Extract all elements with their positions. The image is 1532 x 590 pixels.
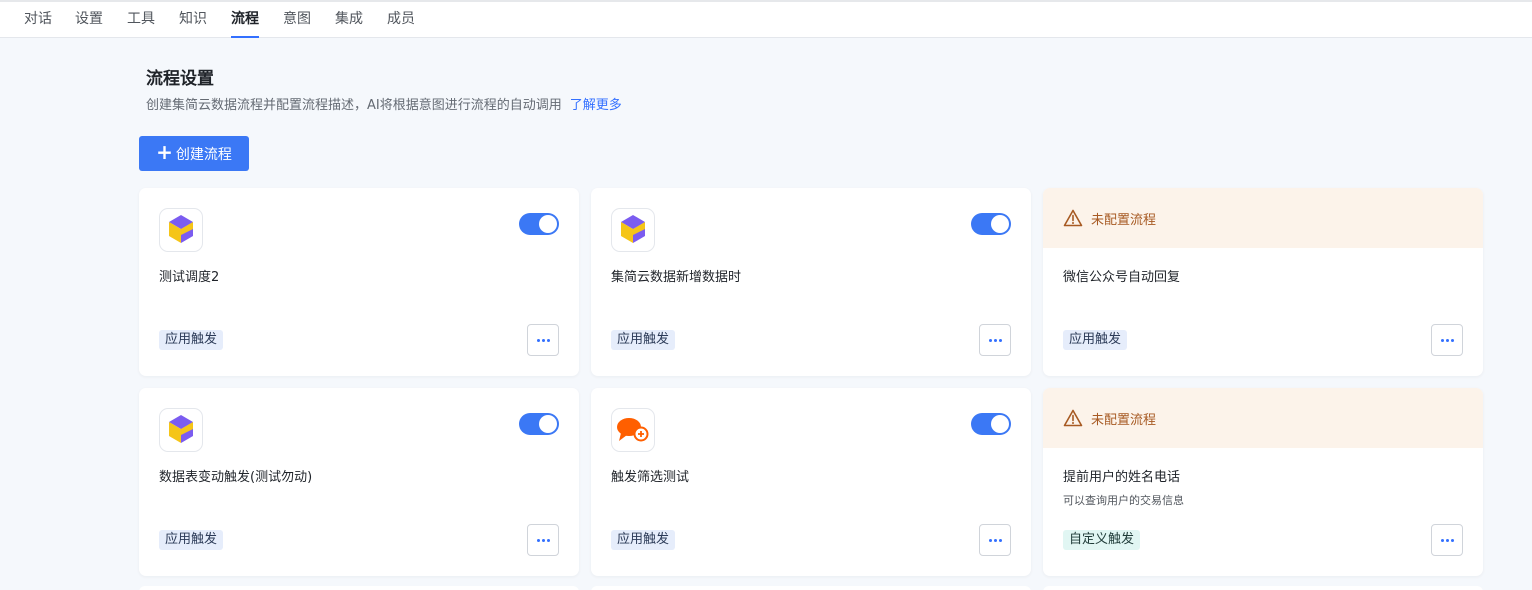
toggle-knob [991, 415, 1009, 433]
tab-intent[interactable]: 意图 [283, 2, 311, 37]
flow-card[interactable]: 未配置流程 提前用户的姓名电话 可以查询用户的交易信息 自定义触发 [1043, 388, 1483, 576]
more-options-button[interactable] [527, 324, 559, 356]
trigger-type-tag: 自定义触发 [1063, 530, 1141, 550]
flow-enable-toggle[interactable] [971, 213, 1011, 235]
more-options-button[interactable] [1431, 324, 1463, 356]
jijianyun-logo-icon [159, 208, 203, 252]
flow-enable-toggle[interactable] [519, 213, 559, 235]
flow-enable-toggle[interactable] [519, 413, 559, 435]
description-text: 创建集简云数据流程并配置流程描述，AI将根据意图进行流程的自动调用 [146, 98, 562, 113]
more-options-button[interactable] [979, 524, 1011, 556]
tab-chat[interactable]: 对话 [24, 2, 52, 37]
trigger-type-tag: 应用触发 [159, 530, 224, 550]
flow-description: 可以查询用户的交易信息 [1063, 494, 1184, 507]
more-options-button[interactable] [1431, 524, 1463, 556]
flow-card[interactable]: 未配置流程 微信公众号自动回复 应用触发 [1043, 188, 1483, 376]
flow-card[interactable]: 集简云数据新增数据时 应用触发 [591, 188, 1031, 376]
flow-name: 触发筛选测试 [611, 470, 690, 485]
flow-enable-toggle[interactable] [971, 413, 1011, 435]
page-description: 创建集简云数据流程并配置流程描述，AI将根据意图进行流程的自动调用 了解更多 [146, 94, 622, 113]
flow-name: 微信公众号自动回复 [1063, 270, 1181, 285]
flow-card-partial[interactable] [1043, 586, 1483, 590]
toggle-knob [539, 415, 557, 433]
trigger-type-tag: 应用触发 [611, 530, 676, 550]
flow-card-partial[interactable] [139, 586, 579, 590]
toggle-knob [991, 215, 1009, 233]
tab-tools[interactable]: 工具 [127, 2, 155, 37]
toggle-knob [539, 215, 557, 233]
jijianyun-logo-icon [159, 408, 203, 452]
tab-settings[interactable]: 设置 [75, 2, 103, 37]
create-flow-label: 创建流程 [175, 146, 232, 163]
warning-triangle-icon [1063, 209, 1083, 227]
unconfigured-warning: 未配置流程 [1043, 188, 1483, 248]
flow-card[interactable]: 触发筛选测试 应用触发 [591, 388, 1031, 576]
flow-name: 测试调度2 [159, 270, 220, 285]
trigger-type-tag: 应用触发 [1063, 330, 1128, 350]
tab-bar: 对话 设置 工具 知识 流程 意图 集成 成员 [0, 2, 1532, 38]
more-options-button[interactable] [979, 324, 1011, 356]
tab-integration[interactable]: 集成 [335, 2, 363, 37]
more-options-button[interactable] [527, 524, 559, 556]
flow-name: 数据表变动触发(测试勿动) [159, 470, 313, 485]
warning-text: 未配置流程 [1091, 212, 1157, 228]
chat-bubble-logo-icon [611, 408, 655, 452]
create-flow-button[interactable]: + 创建流程 [139, 136, 249, 171]
trigger-type-tag: 应用触发 [611, 330, 676, 350]
jijianyun-logo-icon [611, 208, 655, 252]
page-title: 流程设置 [146, 69, 214, 89]
unconfigured-warning: 未配置流程 [1043, 388, 1483, 448]
learn-more-link[interactable]: 了解更多 [570, 98, 622, 113]
warning-triangle-icon [1063, 409, 1083, 427]
flow-card-partial[interactable] [591, 586, 1031, 590]
flow-card[interactable]: 测试调度2 应用触发 [139, 188, 579, 376]
tab-flow[interactable]: 流程 [231, 2, 259, 38]
flow-card[interactable]: 数据表变动触发(测试勿动) 应用触发 [139, 388, 579, 576]
plus-icon: + [156, 140, 173, 164]
flow-name: 集简云数据新增数据时 [611, 270, 742, 285]
warning-text: 未配置流程 [1091, 412, 1157, 428]
tab-members[interactable]: 成员 [387, 2, 415, 37]
tab-knowledge[interactable]: 知识 [179, 2, 207, 37]
trigger-type-tag: 应用触发 [159, 330, 224, 350]
flow-name: 提前用户的姓名电话 [1063, 470, 1181, 485]
